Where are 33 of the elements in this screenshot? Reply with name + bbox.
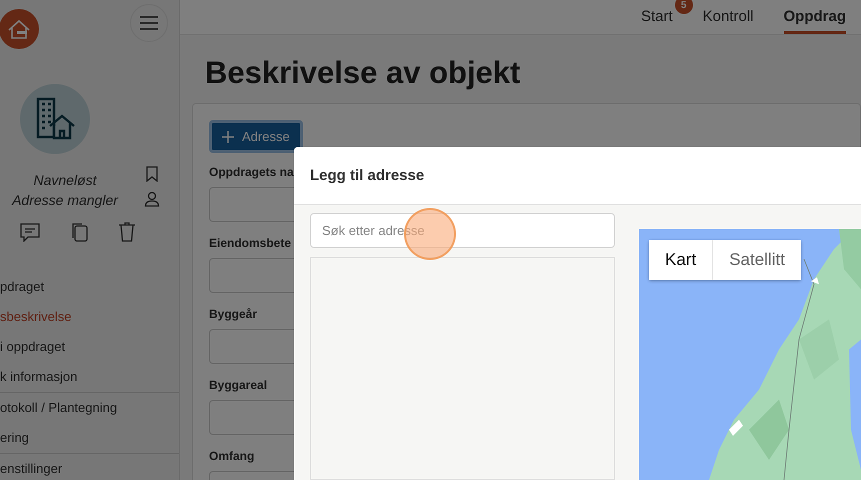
sidebar-menu-item[interactable]: ering [0,423,179,453]
hamburger-icon [140,16,158,30]
field-label: Byggeår [209,307,258,321]
page-title: Beskrivelse av objekt [205,54,522,92]
address-status: Adresse mangler [12,191,118,210]
object-name: Navneløst [33,171,97,190]
field-label: Oppdragets na [209,165,294,179]
trash-icon[interactable] [118,222,136,242]
field-label: Omfang [209,449,254,463]
sidebar-menu-item[interactable]: sbeskrivelse [0,302,179,332]
copy-icon[interactable] [70,222,88,242]
map-type-tab[interactable]: Kart [649,240,714,280]
field-label: Eiendomsbete [209,236,292,250]
building-avatar-icon [20,84,90,154]
menu-button[interactable] [130,4,168,42]
comment-icon[interactable] [20,222,40,242]
field-label: Byggareal [209,378,268,392]
map-type-tab[interactable]: Satellitt [713,240,801,280]
sidebar-menu-item[interactable]: enstillinger [0,454,179,480]
sidebar-menu-item[interactable]: i oppdraget [0,332,179,362]
sidebar-menu-item[interactable]: k informasjon [0,362,179,392]
sidebar-menu-item[interactable]: otokoll / Plantegning [0,393,179,423]
house-logo-icon[interactable] [0,9,39,49]
bookmark-icon[interactable] [146,166,158,182]
nav-tab[interactable]: Kontroll [702,0,754,34]
notification-badge: 5 [674,0,693,14]
sidebar-menu-item[interactable]: pdraget [0,272,179,302]
nav-tab[interactable]: Start [640,0,673,34]
plus-icon [222,130,234,142]
user-icon[interactable] [144,191,160,207]
dialog-title: Legg til adresse [310,167,424,184]
nav-tab[interactable]: Oppdrag [784,0,846,34]
add-address-button[interactable]: Adresse [209,120,303,153]
